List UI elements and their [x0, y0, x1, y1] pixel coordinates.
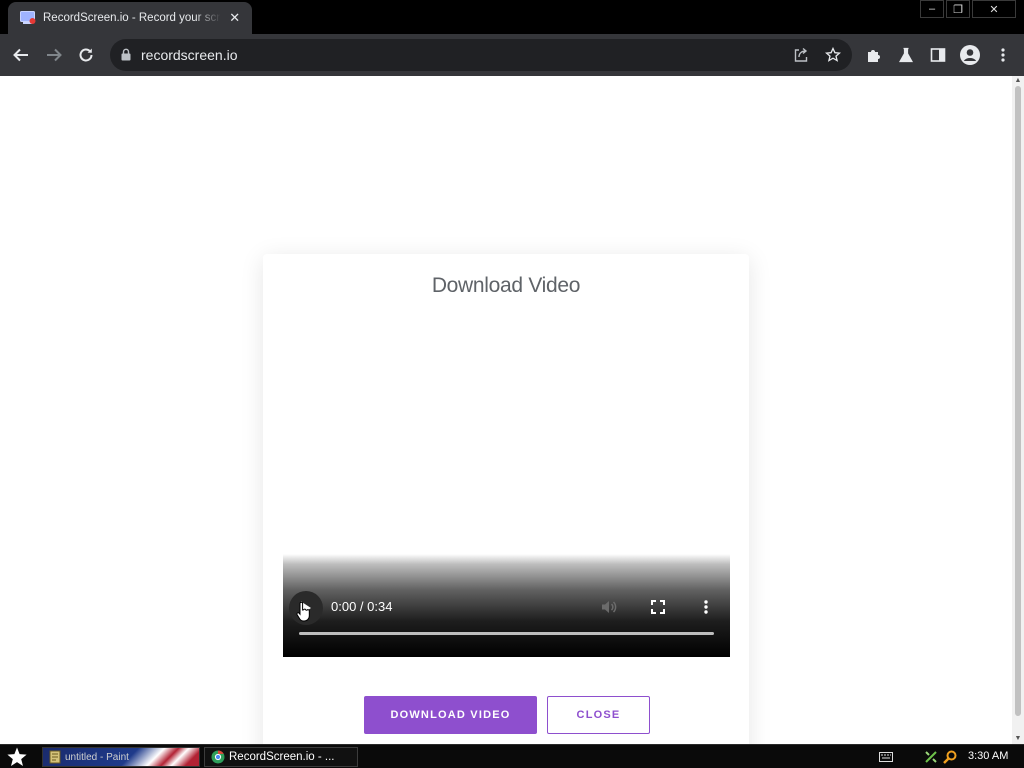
download-video-dialog: Download Video 0:00 / 0:34 DOWNLOAD VIDE… — [263, 254, 749, 744]
scroll-up-arrow-icon[interactable]: ▲ — [1014, 77, 1022, 85]
mute-button[interactable] — [600, 598, 618, 616]
taskbar-clock: 3:30 AM — [968, 750, 1009, 762]
browser-menu-button[interactable] — [992, 44, 1014, 66]
minimize-button[interactable]: – — [920, 0, 944, 18]
page-viewport: Download Video 0:00 / 0:34 DOWNLOAD VIDE… — [0, 76, 1024, 744]
flask-icon — [898, 47, 914, 63]
network-icon — [925, 751, 937, 763]
side-panel-button[interactable] — [927, 44, 949, 66]
restore-button[interactable]: ❐ — [946, 0, 970, 18]
share-button[interactable] — [792, 46, 810, 64]
fullscreen-button[interactable] — [649, 598, 667, 616]
more-vertical-icon — [704, 600, 708, 614]
video-time-display: 0:00 / 0:34 — [331, 599, 393, 614]
profile-button[interactable] — [959, 44, 981, 66]
network-tray-icon[interactable] — [924, 749, 938, 765]
close-button[interactable]: CLOSE — [547, 696, 650, 734]
lock-icon — [121, 48, 131, 61]
window-close-button[interactable]: ✕ — [972, 0, 1016, 18]
taskbar-item-label: RecordScreen.io - ... — [229, 751, 335, 763]
taskbar-item-paint[interactable]: untitled - Paint — [42, 747, 200, 767]
taskbar-item-label: untitled - Paint — [65, 751, 129, 763]
scroll-down-arrow-icon[interactable]: ▼ — [1014, 735, 1022, 743]
address-bar[interactable]: recordscreen.io — [110, 39, 852, 71]
account-avatar-icon — [960, 45, 980, 65]
video-progress-bar[interactable] — [299, 632, 714, 635]
browser-titlebar: RecordScreen.io - Record your screen ✕ –… — [0, 0, 1024, 34]
chrome-app-icon — [211, 750, 225, 764]
star-icon — [825, 47, 841, 62]
bookmark-button[interactable] — [824, 46, 842, 64]
url-text: recordscreen.io — [141, 47, 238, 63]
start-button[interactable] — [6, 747, 28, 767]
scroll-thumb[interactable] — [1015, 86, 1021, 716]
extensions-button[interactable] — [863, 44, 885, 66]
video-player[interactable]: 0:00 / 0:34 — [283, 554, 730, 657]
paint-app-icon — [49, 750, 61, 764]
reload-button[interactable] — [75, 44, 97, 66]
share-icon — [794, 47, 808, 62]
reload-icon — [79, 48, 93, 62]
hand-pointer-cursor-icon — [296, 602, 310, 622]
tab-title: RecordScreen.io - Record your screen — [43, 12, 222, 24]
keyboard-tray-icon[interactable] — [879, 749, 893, 765]
more-vertical-icon — [1001, 48, 1005, 62]
browser-toolbar: recordscreen.io — [0, 34, 1024, 76]
back-button[interactable] — [10, 44, 32, 66]
keyboard-icon — [879, 752, 893, 762]
forward-arrow-icon — [47, 48, 62, 62]
side-panel-icon — [930, 48, 946, 62]
search-tray-icon[interactable] — [943, 749, 957, 765]
tab-recordscreen[interactable]: RecordScreen.io - Record your screen ✕ — [8, 2, 252, 34]
volume-icon — [602, 601, 617, 613]
star-start-icon — [7, 747, 27, 766]
dialog-title: Download Video — [431, 274, 581, 297]
taskbar-item-chrome[interactable]: RecordScreen.io - ... — [204, 747, 358, 767]
recordscreen-favicon-icon — [20, 11, 36, 24]
puzzle-icon — [868, 50, 880, 62]
forward-button[interactable] — [43, 44, 65, 66]
download-video-button[interactable]: DOWNLOAD VIDEO — [364, 696, 537, 734]
search-icon — [943, 750, 957, 764]
os-taskbar: untitled - Paint RecordScreen.io - ... 3… — [0, 744, 1024, 768]
back-arrow-icon — [13, 48, 28, 62]
page-scrollbar[interactable]: ▲ ▼ — [1012, 76, 1024, 744]
fullscreen-icon — [651, 600, 665, 614]
tab-close-icon[interactable]: ✕ — [227, 10, 242, 26]
labs-button[interactable] — [895, 44, 917, 66]
window-controls: – ❐ ✕ — [918, 0, 1016, 18]
video-options-button[interactable] — [697, 598, 715, 616]
